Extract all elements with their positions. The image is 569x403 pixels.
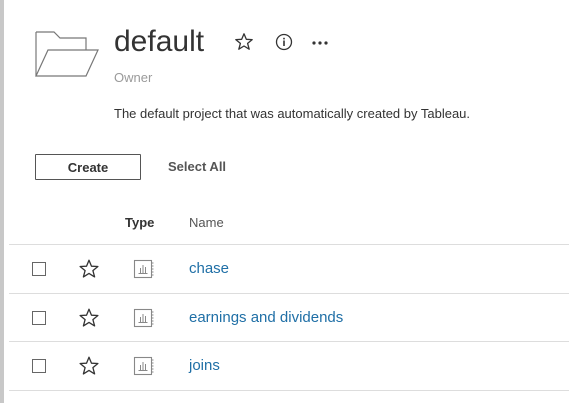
info-icon [275, 33, 293, 51]
row-checkbox[interactable] [32, 262, 46, 276]
table-row: earnings and dividends [9, 294, 569, 342]
more-horizontal-icon [312, 41, 328, 45]
more-actions-button[interactable] [309, 31, 331, 53]
row-name-link[interactable]: joins [189, 357, 220, 374]
column-header-name[interactable]: Name [189, 215, 224, 230]
project-page: default Owner The default project that w… [0, 0, 569, 403]
select-all-button[interactable]: Select All [168, 159, 226, 174]
workbook-icon [133, 356, 154, 376]
row-checkbox[interactable] [32, 359, 46, 373]
column-header-type[interactable]: Type [125, 215, 154, 230]
favorite-button[interactable] [233, 31, 255, 53]
project-description: The default project that was automatical… [114, 106, 471, 121]
owner-label: Owner [114, 70, 153, 85]
table-divider [9, 390, 569, 391]
folder-icon [34, 30, 100, 78]
workbook-icon [133, 308, 154, 328]
workbook-icon [133, 259, 154, 279]
star-icon [235, 33, 253, 50]
row-name-link[interactable]: chase [189, 260, 229, 277]
row-checkbox[interactable] [32, 311, 46, 325]
star-icon[interactable] [78, 258, 100, 280]
star-icon[interactable] [78, 307, 100, 329]
table-row: chase [9, 245, 569, 293]
table-row: joins [9, 342, 569, 390]
create-button[interactable]: Create [35, 154, 141, 180]
info-button[interactable] [273, 31, 295, 53]
project-title: default [114, 25, 205, 58]
star-icon[interactable] [78, 355, 100, 377]
left-edge-divider [0, 0, 4, 403]
row-name-link[interactable]: earnings and dividends [189, 309, 343, 326]
